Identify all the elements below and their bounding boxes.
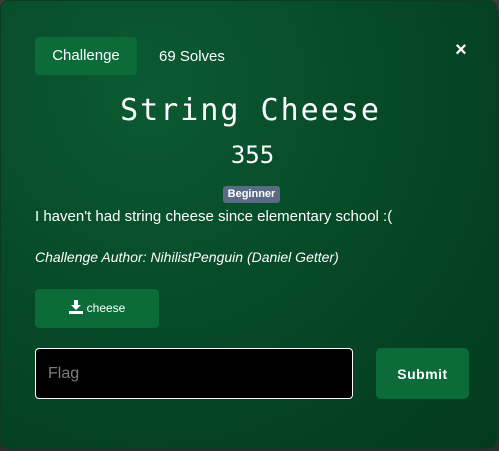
- challenge-description: I haven't had string cheese since elemen…: [35, 208, 393, 225]
- tab-challenge[interactable]: Challenge: [35, 37, 137, 75]
- challenge-value: 355: [230, 141, 275, 169]
- flag-input[interactable]: [35, 348, 353, 399]
- tab-solves[interactable]: 69 Solves: [159, 37, 225, 75]
- challenge-author: Challenge Author: NihilistPenguin (Danie…: [35, 249, 339, 265]
- submit-button[interactable]: Submit: [376, 348, 469, 399]
- challenge-title: String Cheese: [120, 93, 381, 128]
- download-file-button[interactable]: cheese: [35, 289, 159, 328]
- download-file-label: cheese: [86, 301, 126, 315]
- difficulty-badge: Beginner: [223, 186, 280, 203]
- close-icon[interactable]: ×: [452, 40, 470, 60]
- challenge-modal: Challenge 69 Solves × String Cheese 355 …: [0, 0, 497, 449]
- download-icon: [68, 300, 83, 314]
